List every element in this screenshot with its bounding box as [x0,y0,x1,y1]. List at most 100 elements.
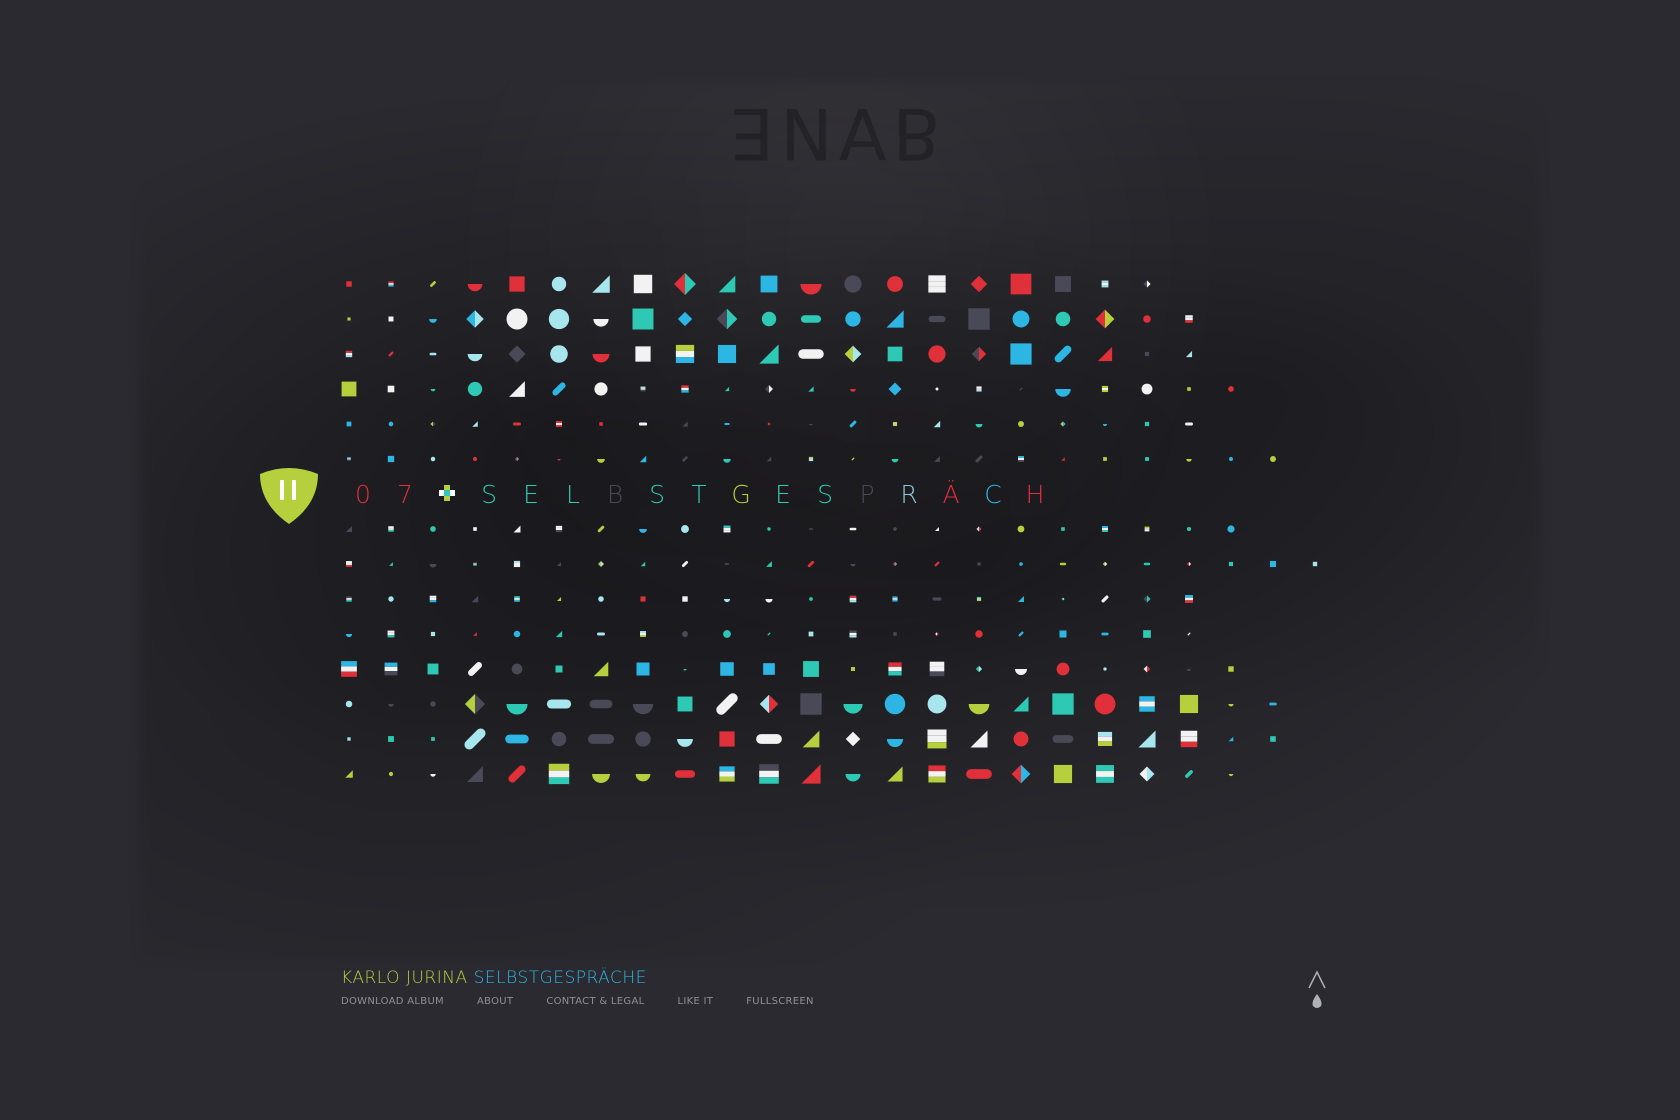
grid-glyph [1143,315,1151,323]
grid-glyph [756,734,782,744]
grid-glyph [387,385,395,393]
grid-glyph [1138,730,1156,748]
grid-glyph [555,525,563,533]
grid-glyph [970,275,988,293]
grid-glyph [682,596,688,602]
grid-glyph [1061,597,1065,601]
track-name-letter: S [481,479,497,509]
grid-glyph [929,661,945,677]
album-name[interactable]: SELBSTGESPRÄCHE [474,968,647,988]
grid-glyph [845,311,861,327]
grid-glyph [388,736,394,742]
grid-glyph [1139,766,1155,782]
grid-glyph [473,527,477,531]
grid-glyph [674,273,696,295]
grid-glyph [513,630,521,638]
track-name-letter: B [606,479,624,509]
grid-glyph [598,596,604,602]
grid-glyph [509,381,525,397]
grid-glyph [759,764,779,784]
grid-glyph [934,526,940,532]
grid-glyph [1018,421,1024,427]
grid-glyph [1102,526,1108,532]
track-name-letter: S [649,479,665,509]
grid-glyph [1145,457,1149,461]
artist-name[interactable]: KARLO JURINA [341,968,468,988]
grid-glyph [345,634,353,638]
contact-legal-link[interactable]: CONTACT & LEGAL [546,996,644,1007]
grid-glyph [427,663,439,675]
grid-glyph [886,310,904,328]
grid-glyph [429,352,437,356]
grid-glyph [1060,421,1066,427]
grid-glyph [1018,631,1024,637]
grid-glyph [1229,457,1233,461]
grid-glyph [681,385,689,393]
grid-glyph [1102,561,1108,567]
grid-glyph [345,700,353,708]
grid-glyph [970,730,988,748]
grid-glyph [718,275,736,293]
grid-glyph [975,665,983,673]
grid-glyph [467,284,483,292]
grid-glyph [1018,456,1024,462]
grid-glyph [1013,731,1029,747]
grid-glyph [1227,525,1235,533]
track-number-digit: 7 [397,479,413,509]
footer-nav: DOWNLOAD ALBUM ABOUT CONTACT & LEGAL LIK… [341,996,847,1007]
arrow-drop-logo-icon[interactable] [1306,970,1328,1010]
grid-glyph [429,564,437,568]
grid-glyph [597,459,605,463]
grid-glyph [716,308,738,330]
grid-glyph [849,630,857,638]
grid-glyph [429,319,437,323]
grid-glyph [763,663,775,675]
pause-button[interactable] [258,464,320,526]
grid-glyph [347,317,351,321]
grid-glyph [1011,764,1031,784]
grid-glyph [927,729,947,749]
grid-glyph [809,424,813,426]
grid-glyph [1097,731,1113,747]
grid-glyph [633,274,653,294]
grid-glyph [808,528,814,530]
grid-glyph [513,525,521,533]
grid-glyph [767,527,771,531]
grid-glyph [808,456,814,462]
grid-glyph [1186,459,1192,462]
grid-glyph [968,308,990,330]
grid-glyph [431,737,435,741]
grid-glyph [555,420,563,428]
about-link[interactable]: ABOUT [477,996,513,1007]
grid-glyph [928,345,946,363]
fullscreen-link[interactable]: FULLSCREEN [746,996,814,1007]
grid-glyph [716,693,738,715]
grid-glyph [976,596,982,602]
download-album-link[interactable]: DOWNLOAD ALBUM [341,996,444,1007]
grid-glyph [800,284,822,295]
track-name-letter: R [900,479,918,509]
grid-glyph [1103,457,1107,461]
grid-glyph [1096,765,1114,783]
grid-glyph [1012,310,1030,328]
grid-glyph [1059,562,1067,566]
grid-glyph [888,662,902,676]
grid-glyph [893,527,897,531]
grid-glyph [843,704,863,714]
track-name-letter: T [691,479,707,509]
grid-glyph [514,456,520,462]
grid-glyph [1143,595,1151,603]
grid-glyph [850,389,856,392]
grid-glyph [798,349,824,359]
like-it-link[interactable]: LIKE IT [677,996,713,1007]
grid-glyph [472,456,478,462]
grid-glyph [928,275,946,293]
grid-glyph [555,665,563,673]
grid-glyph [892,596,898,602]
grid-glyph [975,455,983,463]
grid-glyph [430,526,436,532]
grid-glyph [552,382,566,396]
grid-glyph [430,281,436,287]
grid-glyph [636,662,650,676]
grid-glyph [464,693,486,715]
